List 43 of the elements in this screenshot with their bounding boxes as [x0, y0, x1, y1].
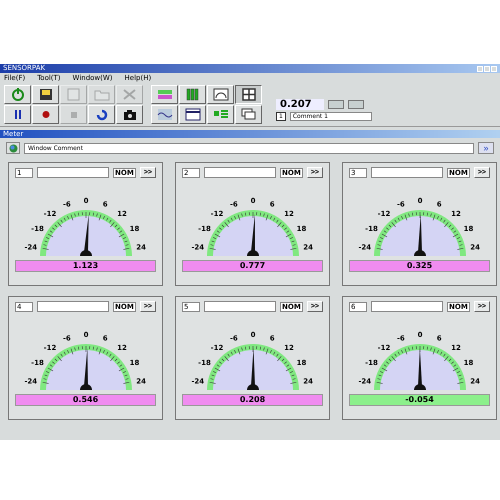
toolbar-button[interactable] [116, 105, 143, 124]
maximize-button[interactable] [484, 66, 490, 72]
list-icon [212, 108, 228, 121]
wave-icon [156, 108, 172, 121]
reading-bar: 0.546 [15, 394, 156, 406]
toolbar-button[interactable] [32, 105, 59, 124]
toolbar-button[interactable] [88, 105, 115, 124]
reading-bar: 0.208 [182, 394, 323, 406]
document-icon [66, 88, 82, 101]
globe-button[interactable] [6, 142, 20, 154]
next-button[interactable]: » [478, 142, 494, 154]
reading-bar: 1.123 [15, 260, 156, 272]
view-button[interactable] [235, 85, 262, 104]
globe-icon [8, 144, 18, 152]
zero-button[interactable] [348, 100, 364, 109]
tools-icon [122, 88, 138, 101]
reading-bar: -0.054 [349, 394, 490, 406]
hold-button[interactable] [328, 100, 344, 109]
bar-graph-icon [184, 88, 200, 101]
needle [246, 214, 258, 256]
toolbar-button[interactable] [32, 85, 59, 104]
name-field[interactable] [371, 301, 444, 312]
table-icon [184, 108, 200, 121]
value-display: 0.207 [276, 99, 324, 110]
power-icon [10, 88, 26, 101]
name-field[interactable] [371, 167, 444, 178]
folder-icon [94, 88, 110, 101]
needle [80, 348, 92, 390]
digital-display-icon [156, 88, 172, 101]
camera-icon [122, 108, 138, 121]
needle [414, 214, 426, 256]
reading-bar: 0.777 [182, 260, 323, 272]
needle [414, 348, 426, 390]
name-field[interactable] [37, 301, 110, 312]
name-field[interactable] [204, 167, 276, 178]
name-field[interactable] [37, 167, 110, 178]
name-field[interactable] [204, 301, 276, 312]
minimize-button[interactable] [477, 66, 483, 72]
windows-icon [240, 108, 256, 121]
reading-bar: 0.325 [349, 260, 490, 272]
layout-icon [240, 88, 256, 101]
toolbar-button[interactable] [4, 105, 31, 124]
meter-icon [212, 88, 228, 101]
